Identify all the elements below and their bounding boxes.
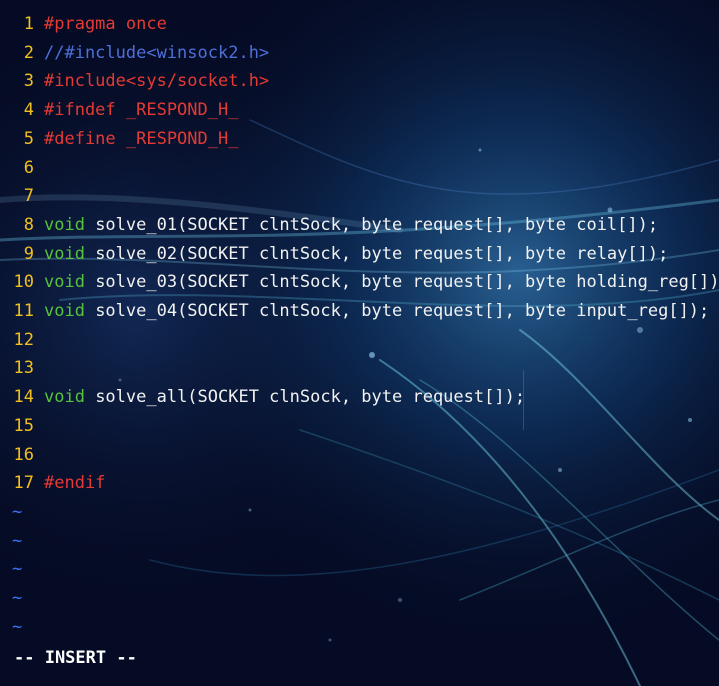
code-token: #ifndef _RESPOND_H_ bbox=[44, 100, 239, 121]
code-token: solve_01(SOCKET clntSock, byte request[]… bbox=[84, 214, 659, 235]
line-number: 10 bbox=[13, 272, 34, 293]
code-line[interactable]: 10 void solve_03(SOCKET clntSock, byte re… bbox=[0, 268, 719, 297]
code-line[interactable]: 8 void solve_01(SOCKET clntSock, byte req… bbox=[0, 211, 719, 240]
tilde-marker: ~ bbox=[12, 530, 23, 551]
empty-buffer-line: ~ bbox=[0, 613, 719, 642]
line-number: 14 bbox=[13, 387, 34, 408]
line-number: 7 bbox=[23, 186, 34, 207]
code-line[interactable]: 13 bbox=[0, 354, 719, 383]
line-number: 3 bbox=[23, 71, 34, 92]
line-number: 11 bbox=[13, 301, 34, 321]
code-token: solve_04(SOCKET clntSock, byte request[]… bbox=[84, 301, 710, 321]
empty-buffer-line: ~ bbox=[0, 584, 719, 613]
tilde-marker: ~ bbox=[12, 616, 23, 637]
empty-buffer-line: ~ bbox=[0, 555, 719, 584]
line-number: 13 bbox=[13, 358, 34, 379]
code-token: #pragma once bbox=[44, 14, 167, 34]
code-line[interactable]: 3 #include<sys/socket.h> bbox=[0, 67, 719, 96]
cursor-column-guide bbox=[523, 370, 524, 430]
line-number: 15 bbox=[13, 415, 34, 436]
code-line[interactable]: 7 bbox=[0, 182, 719, 211]
line-number: 6 bbox=[23, 157, 34, 178]
code-token: #include<sys/socket.h> bbox=[44, 71, 270, 92]
code-line[interactable]: 15 bbox=[0, 412, 719, 441]
code-token: void bbox=[44, 214, 85, 235]
line-number: 8 bbox=[23, 214, 34, 235]
line-number: 9 bbox=[23, 243, 34, 264]
code-token: void bbox=[44, 387, 85, 408]
code-line[interactable]: 2 //#include<winsock2.h> bbox=[0, 39, 719, 68]
line-number: 5 bbox=[23, 128, 34, 149]
code-token: void bbox=[44, 272, 85, 293]
line-number: 1 bbox=[23, 14, 34, 34]
code-line[interactable]: 14 void solve_all(SOCKET clnSock, byte re… bbox=[0, 383, 719, 412]
empty-buffer-line: ~ bbox=[0, 498, 719, 527]
code-line[interactable]: 16 bbox=[0, 441, 719, 470]
code-token: void bbox=[44, 243, 85, 264]
mode-indicator: -- INSERT -- bbox=[14, 648, 137, 668]
code-token: solve_02(SOCKET clntSock, byte request[]… bbox=[84, 243, 669, 264]
code-line[interactable]: 5 #define _RESPOND_H_ bbox=[0, 125, 719, 154]
line-number: 2 bbox=[23, 42, 34, 63]
code-line[interactable]: 4 #ifndef _RESPOND_H_ bbox=[0, 96, 719, 125]
vim-editor[interactable]: 1 #pragma once 2 //#include<winsock2.h> 3 #in… bbox=[0, 0, 719, 686]
code-line[interactable]: 17 #endif bbox=[0, 469, 719, 498]
code-line[interactable]: 6 bbox=[0, 154, 719, 183]
tilde-marker: ~ bbox=[12, 559, 23, 580]
tilde-marker: ~ bbox=[12, 501, 23, 522]
code-line[interactable]: 12 bbox=[0, 326, 719, 355]
code-line[interactable]: 9 void solve_02(SOCKET clntSock, byte req… bbox=[0, 240, 719, 269]
tilde-marker: ~ bbox=[12, 588, 23, 608]
code-token: solve_all(SOCKET clnSock, byte request[]… bbox=[84, 387, 526, 408]
code-line[interactable]: 11 void solve_04(SOCKET clntSock, byte re… bbox=[0, 297, 719, 326]
line-number: 12 bbox=[13, 329, 34, 350]
line-number: 16 bbox=[13, 444, 34, 465]
code-token: #endif bbox=[44, 473, 106, 494]
line-number: 17 bbox=[13, 473, 34, 494]
code-token: #define _RESPOND_H_ bbox=[44, 128, 239, 149]
code-line[interactable]: 1 #pragma once bbox=[0, 10, 719, 39]
code-token: void bbox=[44, 301, 85, 321]
code-token: solve_03(SOCKET clntSock, byte request[]… bbox=[84, 272, 719, 293]
line-number: 4 bbox=[23, 100, 34, 121]
code-token: //#include<winsock2.h> bbox=[44, 42, 270, 63]
empty-buffer-line: ~ bbox=[0, 527, 719, 556]
